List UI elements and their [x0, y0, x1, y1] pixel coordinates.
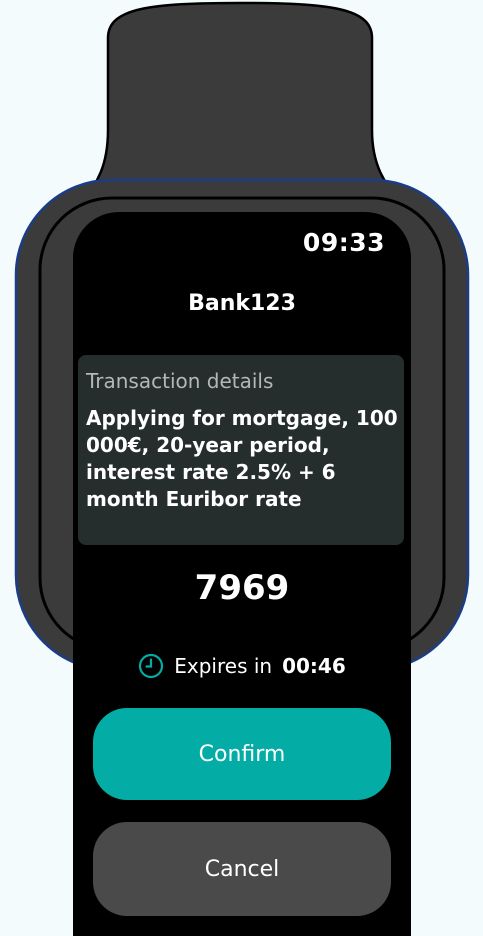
verification-code: 7969 — [194, 568, 290, 608]
status-time: 09:33 — [302, 228, 385, 257]
app-title: Bank123 — [188, 291, 296, 316]
watch-band — [78, 1, 404, 202]
expiry-time: 00:46 — [282, 654, 346, 678]
watch-screen: 09:33 Bank123 Transaction details Applyi… — [73, 212, 411, 936]
transaction-description: Applying for mortgage, 100 000€, 20-year… — [86, 406, 398, 511]
transaction-card: Transaction details Applying for mortgag… — [78, 355, 404, 545]
expiry-row: Expires in 00:46 — [73, 653, 411, 679]
cancel-button[interactable]: Cancel — [93, 822, 391, 916]
clock-icon — [139, 653, 164, 679]
transaction-label: Transaction details — [86, 369, 274, 393]
expiry-label: Expires in — [174, 654, 273, 678]
confirm-button[interactable]: Confirm — [93, 708, 391, 800]
